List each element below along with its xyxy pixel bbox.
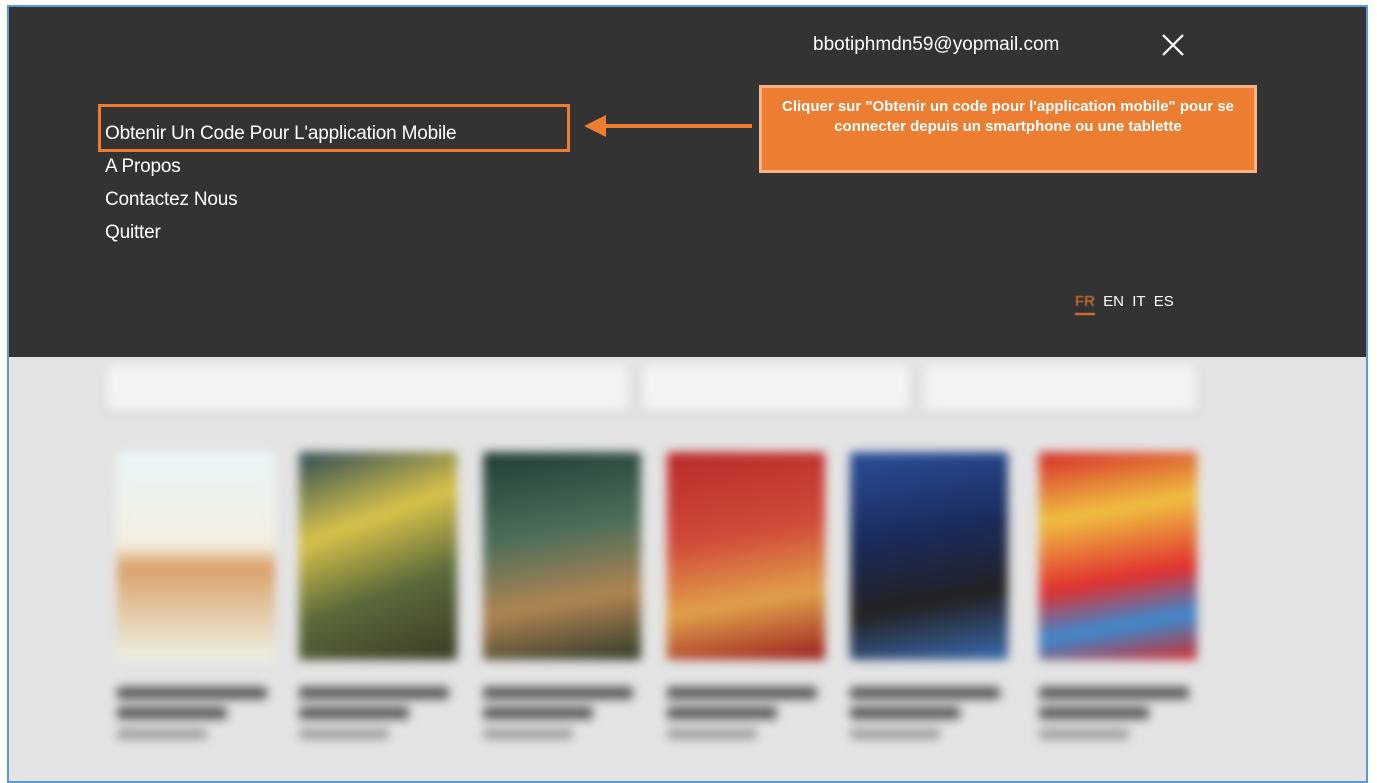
lang-fr[interactable]: FR	[1075, 293, 1095, 315]
arrow-left-icon	[584, 115, 752, 137]
category-filter	[642, 365, 910, 411]
lang-it[interactable]: IT	[1132, 293, 1145, 310]
book-cover	[299, 452, 457, 660]
screenshot-frame: bbotiphmdn59@yopmail.com Obtenir Un Code…	[7, 5, 1368, 783]
highlight-box	[98, 104, 570, 152]
language-switcher: FR EN IT ES	[1075, 293, 1178, 315]
book-cover	[850, 452, 1008, 660]
menu-item-contact[interactable]: Contactez Nous	[105, 183, 456, 216]
book-cover	[483, 452, 641, 660]
lang-en[interactable]: EN	[1103, 293, 1124, 310]
menu-item-about[interactable]: A Propos	[105, 150, 456, 183]
age-filter	[924, 365, 1196, 411]
menu-item-quit[interactable]: Quitter	[105, 216, 456, 249]
user-email: bbotiphmdn59@yopmail.com	[813, 34, 1060, 55]
lang-es[interactable]: ES	[1154, 293, 1174, 310]
book-cover	[1039, 452, 1197, 660]
book-cover	[117, 452, 275, 660]
search-bar	[106, 365, 628, 411]
close-icon[interactable]	[1159, 31, 1187, 59]
book-cover	[667, 452, 825, 660]
instruction-callout: Cliquer sur "Obtenir un code pour l'appl…	[759, 85, 1257, 173]
account-menu-overlay: bbotiphmdn59@yopmail.com Obtenir Un Code…	[9, 7, 1366, 357]
